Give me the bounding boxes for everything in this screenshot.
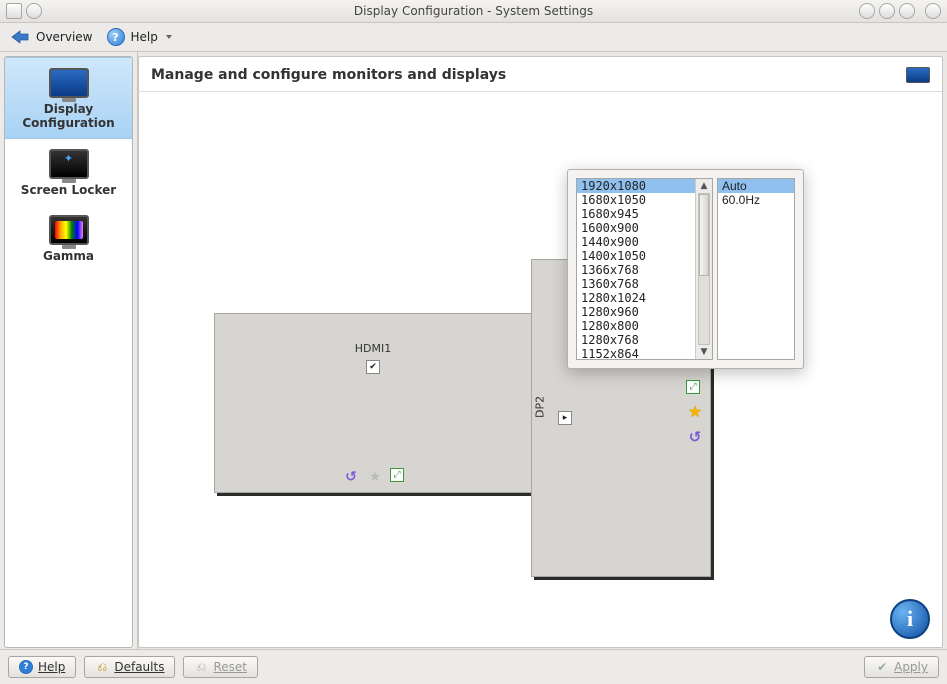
help-button[interactable]: ? Help	[8, 656, 76, 678]
help-button-label: Help	[38, 660, 65, 674]
overview-label: Overview	[36, 30, 93, 44]
resolution-option[interactable]: 1440x900	[577, 235, 695, 249]
rotate-icon[interactable]: ↺	[686, 428, 704, 446]
identify-monitor-icon[interactable]	[906, 67, 930, 83]
content-panel: Manage and configure monitors and displa…	[138, 56, 943, 648]
refresh-rate-option[interactable]: Auto	[718, 179, 794, 193]
scroll-up-icon[interactable]: ▲	[701, 181, 708, 191]
apply-button-label: Apply	[894, 660, 928, 674]
primary-star-icon[interactable]: ★	[366, 468, 384, 486]
content-header: Manage and configure monitors and displa…	[139, 57, 942, 92]
scale-icon[interactable]: ⤢	[686, 380, 700, 394]
refresh-rate-listbox[interactable]: Auto60.0Hz	[717, 178, 795, 360]
info-icon[interactable]: i	[890, 599, 930, 639]
window-sticky-button[interactable]	[26, 3, 42, 19]
bottom-button-bar: ? Help ⎌ Defaults ⎌ Reset ✔ Apply	[0, 649, 947, 684]
rotate-icon[interactable]: ↺	[342, 468, 360, 486]
display-layout-canvas[interactable]: HDMI1 ✔ ↺ ★ ⤢ DP2 ▸ ⤢ ★ ↺	[139, 95, 942, 647]
help-label: Help	[131, 30, 158, 44]
resolution-option[interactable]: 1280x768	[577, 333, 695, 347]
reset-icon: ⎌	[194, 660, 208, 674]
help-menu-button[interactable]: ? Help	[107, 28, 172, 46]
scroll-track[interactable]	[698, 193, 710, 345]
resolution-option[interactable]: 1152x864	[577, 347, 695, 359]
sidebar-item-label: Gamma	[9, 249, 128, 263]
sidebar-item-label: Display Configuration	[9, 102, 128, 130]
sidebar-item-gamma[interactable]: Gamma	[5, 205, 132, 271]
resolution-option[interactable]: 1280x960	[577, 305, 695, 319]
sidebar-item-display-configuration[interactable]: Display Configuration	[5, 57, 132, 139]
sidebar-list: Display Configuration Screen Locker Gamm…	[4, 56, 133, 648]
overview-button[interactable]: Overview	[10, 29, 93, 45]
resolution-option[interactable]: 1600x900	[577, 221, 695, 235]
scroll-thumb[interactable]	[699, 194, 709, 276]
defaults-button-label: Defaults	[114, 660, 164, 674]
resolution-option[interactable]: 1360x768	[577, 277, 695, 291]
defaults-icon: ⎌	[95, 660, 109, 674]
back-arrow-icon	[10, 29, 30, 45]
window-maximize-button[interactable]	[899, 3, 915, 19]
resolution-option[interactable]: 1280x1024	[577, 291, 695, 305]
window-menu-button[interactable]	[6, 3, 22, 19]
window-minimize-button[interactable]	[879, 3, 895, 19]
monitor-lock-icon	[9, 149, 128, 179]
resolution-option[interactable]: 1280x800	[577, 319, 695, 333]
window-close-button[interactable]	[925, 3, 941, 19]
display-label: DP2	[534, 396, 547, 418]
titlebar: Display Configuration - System Settings	[0, 0, 947, 23]
window-help-button[interactable]	[859, 3, 875, 19]
resolution-option[interactable]: 1680x1050	[577, 193, 695, 207]
window-title: Display Configuration - System Settings	[0, 4, 947, 18]
resolution-listbox[interactable]: 1920x10801680x10501680x9451600x9001440x9…	[577, 179, 695, 359]
resolution-option[interactable]: 1920x1080	[577, 179, 695, 193]
help-icon: ?	[19, 660, 33, 674]
scroll-down-icon[interactable]: ▼	[701, 347, 708, 357]
resolution-scrollbar[interactable]: ▲ ▼	[695, 179, 712, 359]
toolbar: Overview ? Help	[0, 23, 947, 52]
display-tools: ↺ ★ ⤢	[342, 468, 404, 486]
display-enable-checkbox[interactable]: ✔	[366, 360, 380, 374]
apply-check-icon: ✔	[875, 660, 889, 674]
sidebar-item-screen-locker[interactable]: Screen Locker	[5, 139, 132, 205]
scale-icon[interactable]: ⤢	[390, 468, 404, 482]
refresh-rate-option[interactable]: 60.0Hz	[718, 193, 794, 207]
resolution-option[interactable]: 1680x945	[577, 207, 695, 221]
display-enable-checkbox[interactable]: ▸	[558, 411, 572, 425]
defaults-button[interactable]: ⎌ Defaults	[84, 656, 175, 678]
resolution-listbox-wrap: 1920x10801680x10501680x9451600x9001440x9…	[576, 178, 713, 360]
sidebar: Display Configuration Screen Locker Gamm…	[0, 52, 138, 652]
monitor-icon	[9, 68, 128, 98]
primary-star-icon[interactable]: ★	[686, 402, 704, 420]
sidebar-item-label: Screen Locker	[9, 183, 128, 197]
display-label: HDMI1	[215, 342, 531, 355]
reset-button-label: Reset	[213, 660, 247, 674]
resolution-option[interactable]: 1400x1050	[577, 249, 695, 263]
reset-button[interactable]: ⎌ Reset	[183, 656, 258, 678]
apply-button[interactable]: ✔ Apply	[864, 656, 939, 678]
help-icon: ?	[107, 28, 125, 46]
monitor-gamma-icon	[9, 215, 128, 245]
display-hdmi1[interactable]: HDMI1 ✔ ↺ ★ ⤢	[214, 313, 532, 493]
resolution-option[interactable]: 1366x768	[577, 263, 695, 277]
resolution-popup: 1920x10801680x10501680x9451600x9001440x9…	[567, 169, 804, 369]
display-tools: ⤢ ★ ↺	[686, 380, 704, 446]
page-title: Manage and configure monitors and displa…	[151, 67, 506, 83]
chevron-down-icon	[166, 35, 172, 39]
